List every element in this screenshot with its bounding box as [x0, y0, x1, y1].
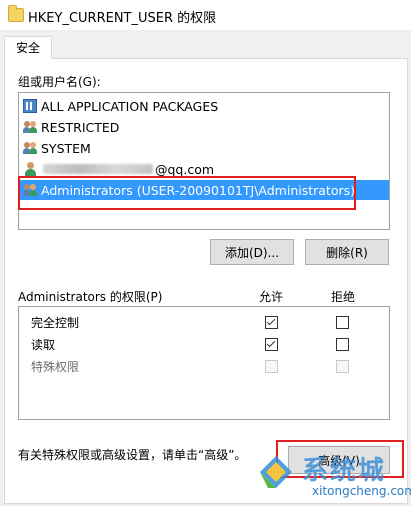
app-packages-icon — [23, 99, 37, 113]
allow-special-checkbox — [265, 360, 278, 373]
permissions-table: 完全控制 读取 特殊权限 — [18, 306, 390, 420]
remove-button[interactable]: 删除(R) — [305, 239, 389, 265]
allow-read-checkbox[interactable] — [265, 338, 278, 351]
users-group-icon — [23, 183, 37, 197]
deny-full-control-checkbox[interactable] — [336, 316, 349, 329]
title-bar: HKEY_CURRENT_USER 的权限 — [0, 0, 411, 30]
permissions-label: Administrators 的权限(P) — [18, 290, 163, 304]
list-item-restricted[interactable]: RESTRICTED — [23, 117, 119, 137]
list-item-all-app-packages[interactable]: ALL APPLICATION PACKAGES — [23, 96, 218, 116]
user-icon — [23, 162, 37, 176]
tab-security[interactable]: 安全 — [4, 36, 52, 59]
list-item-system[interactable]: SYSTEM — [23, 138, 91, 158]
add-button[interactable]: 添加(D)... — [210, 239, 294, 265]
users-group-icon — [23, 141, 37, 155]
advanced-button[interactable]: 高级(V) — [288, 446, 390, 474]
deny-special-checkbox — [336, 360, 349, 373]
blurred-username — [43, 164, 153, 174]
perm-row-full-control: 完全控制 — [31, 315, 80, 330]
allow-header: 允许 — [259, 290, 284, 304]
deny-header: 拒绝 — [331, 290, 356, 304]
groups-list[interactable]: ALL APPLICATION PACKAGES RESTRICTED SYST… — [18, 92, 390, 230]
list-item-qq-user[interactable]: @qq.com — [23, 159, 214, 179]
folder-icon — [8, 5, 24, 22]
window-title: HKEY_CURRENT_USER 的权限 — [28, 11, 217, 26]
list-item-administrators[interactable]: Administrators (USER-20090101TJ\Administ… — [19, 180, 389, 200]
deny-read-checkbox[interactable] — [336, 338, 349, 351]
perm-row-special: 特殊权限 — [31, 359, 80, 374]
users-group-icon — [23, 120, 37, 134]
advanced-hint-text: 有关特殊权限或高级设置，请单击“高级”。 — [18, 448, 247, 462]
perm-row-read: 读取 — [31, 337, 56, 352]
groups-label: 组或用户名(G): — [18, 75, 101, 89]
allow-full-control-checkbox[interactable] — [265, 316, 278, 329]
